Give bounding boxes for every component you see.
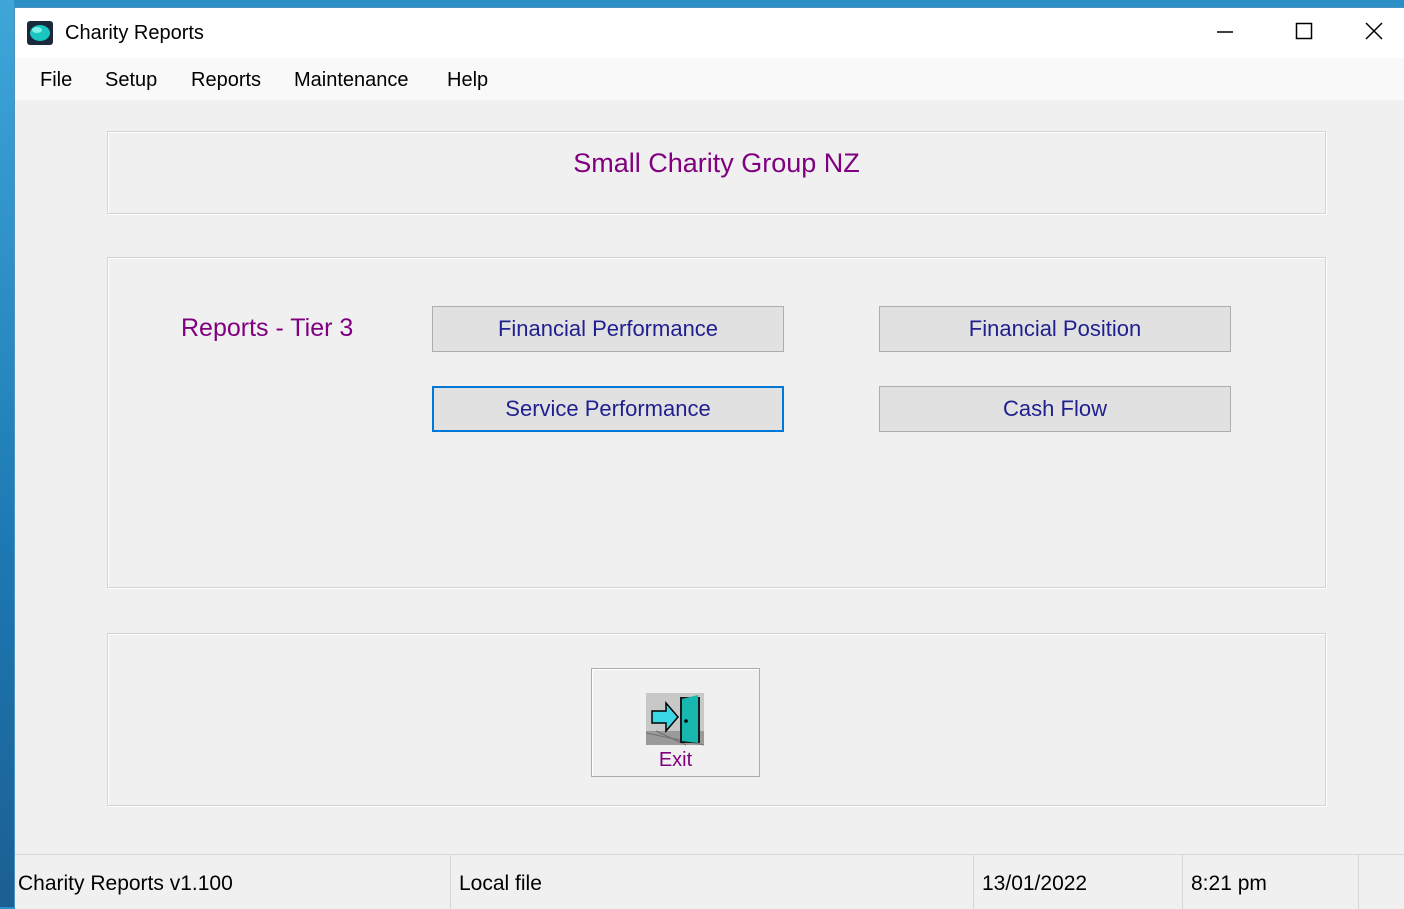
exit-label: Exit (658, 749, 693, 771)
maximize-icon (1295, 22, 1313, 40)
status-time-cell: 8:21 pm (1183, 855, 1359, 909)
minimize-button[interactable] (1185, 8, 1265, 54)
window-title: Charity Reports (65, 22, 204, 44)
status-time: 8:21 pm (1191, 872, 1267, 895)
financial-performance-button[interactable]: Financial Performance (432, 306, 784, 352)
financial-position-button[interactable]: Financial Position (879, 306, 1231, 352)
charity-app-icon (27, 21, 53, 45)
organisation-name: Small Charity Group NZ (573, 148, 860, 178)
menu-setup[interactable]: Setup (105, 68, 157, 92)
status-source-cell: Local file (451, 855, 974, 909)
menu-reports[interactable]: Reports (191, 68, 261, 92)
app-window: Charity Reports File Setup Reports Maint… (14, 7, 1404, 909)
exit-button[interactable]: Exit (591, 668, 760, 777)
close-icon (1365, 22, 1383, 40)
reports-tier-label: Reports - Tier 3 (181, 314, 354, 342)
status-version: Charity Reports v1.100 (18, 872, 233, 895)
status-source: Local file (459, 872, 542, 895)
status-date-cell: 13/01/2022 (974, 855, 1183, 909)
status-version-cell: Charity Reports v1.100 (15, 855, 451, 909)
menu-file[interactable]: File (40, 68, 72, 92)
status-date: 13/01/2022 (982, 872, 1088, 895)
menu-maintenance[interactable]: Maintenance (294, 68, 409, 92)
exit-door-icon (646, 693, 704, 746)
title-bar[interactable]: Charity Reports (15, 8, 1404, 58)
menu-bar: File Setup Reports Maintenance Help (15, 58, 1404, 100)
close-button[interactable] (1343, 8, 1404, 54)
status-bar: Charity Reports v1.100 Local file 13/01/… (15, 854, 1404, 909)
minimize-icon (1217, 31, 1233, 33)
cash-flow-button[interactable]: Cash Flow (879, 386, 1231, 432)
service-performance-button[interactable]: Service Performance (432, 386, 784, 432)
maximize-button[interactable] (1264, 8, 1344, 54)
desktop-background (0, 0, 14, 907)
header-panel: Small Charity Group NZ (107, 131, 1326, 214)
menu-help[interactable]: Help (447, 68, 488, 92)
